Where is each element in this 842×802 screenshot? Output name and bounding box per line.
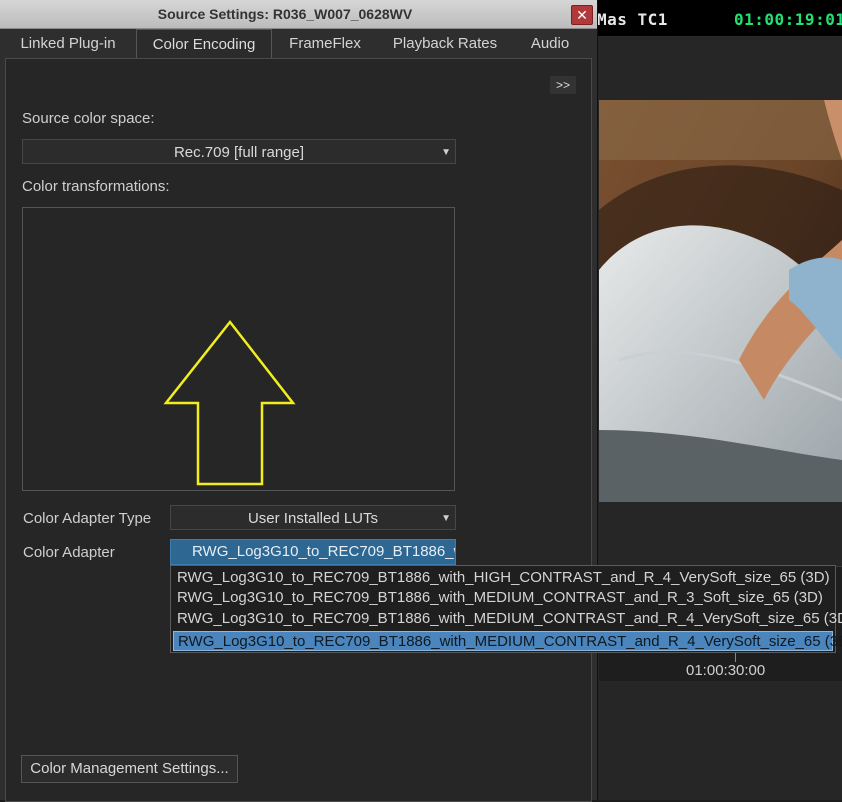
tab-audio[interactable]: Audio [516, 29, 584, 58]
color-adapter-type-value: User Installed LUTs [247, 510, 379, 527]
track-label: Mas TC1 [597, 10, 668, 29]
close-button[interactable]: ✕ [571, 5, 593, 25]
dialog-title: Source Settings: R036_W007_0628WV [157, 6, 413, 22]
tab-frameflex[interactable]: FrameFlex [276, 29, 374, 58]
color-transformations-label: Color transformations: [22, 178, 170, 195]
master-timecode: 01:00:19:01 [734, 10, 842, 29]
color-adapter-dropdown[interactable]: RWG_Log3G10_to_REC709_BT1886_with_HIGH_C… [170, 565, 842, 653]
dropdown-option[interactable]: RWG_Log3G10_to_REC709_BT1886_with_MEDIUM… [173, 588, 833, 608]
color-adapter-type-select[interactable]: User Installed LUTs ▼ [170, 505, 456, 530]
expand-more-button[interactable]: >> [550, 76, 576, 94]
source-color-space-label: Source color space: [22, 110, 155, 127]
dropdown-option[interactable]: RWG_Log3G10_to_REC709_BT1886_with_MEDIUM… [173, 609, 842, 629]
video-frame-image [599, 100, 842, 502]
source-settings-dialog: Source Settings: R036_W007_0628WV ✕ Link… [0, 0, 598, 802]
video-viewer[interactable] [599, 100, 842, 502]
color-management-settings-button[interactable]: Color Management Settings... [21, 755, 238, 783]
timeline-tick [735, 652, 736, 662]
dialog-titlebar[interactable]: Source Settings: R036_W007_0628WV ✕ [0, 0, 597, 29]
tab-linked-plug-in[interactable]: Linked Plug-in [6, 29, 130, 58]
caret-down-icon: ▼ [441, 147, 451, 158]
caret-down-icon: ▼ [441, 513, 451, 524]
color-adapter-label: Color Adapter [23, 544, 115, 561]
source-color-space-value: Rec.709 [full range] [173, 144, 305, 161]
source-color-space-select[interactable]: Rec.709 [full range] ▼ [22, 139, 456, 164]
host-timecode-bar: Mas TC1 01:00:19:01 [597, 0, 842, 37]
color-transformations-list[interactable] [22, 207, 455, 491]
close-icon: ✕ [576, 7, 588, 23]
dropdown-option[interactable]: RWG_Log3G10_to_REC709_BT1886_with_HIGH_C… [173, 568, 833, 588]
color-adapter-type-label: Color Adapter Type [23, 510, 152, 527]
arrow-up-icon [163, 319, 296, 486]
color-adapter-field[interactable]: RWG_Log3G10_to_REC709_BT1886_with [170, 539, 456, 565]
tab-color-encoding[interactable]: Color Encoding [136, 29, 272, 60]
timeline-timecode: 01:00:30:00 [686, 662, 766, 679]
tab-playback-rates[interactable]: Playback Rates [382, 29, 508, 58]
tab-bar: Linked Plug-in Color Encoding FrameFlex … [0, 29, 597, 60]
dropdown-option-selected[interactable]: RWG_Log3G10_to_REC709_BT1886_with_MEDIUM… [173, 631, 842, 651]
